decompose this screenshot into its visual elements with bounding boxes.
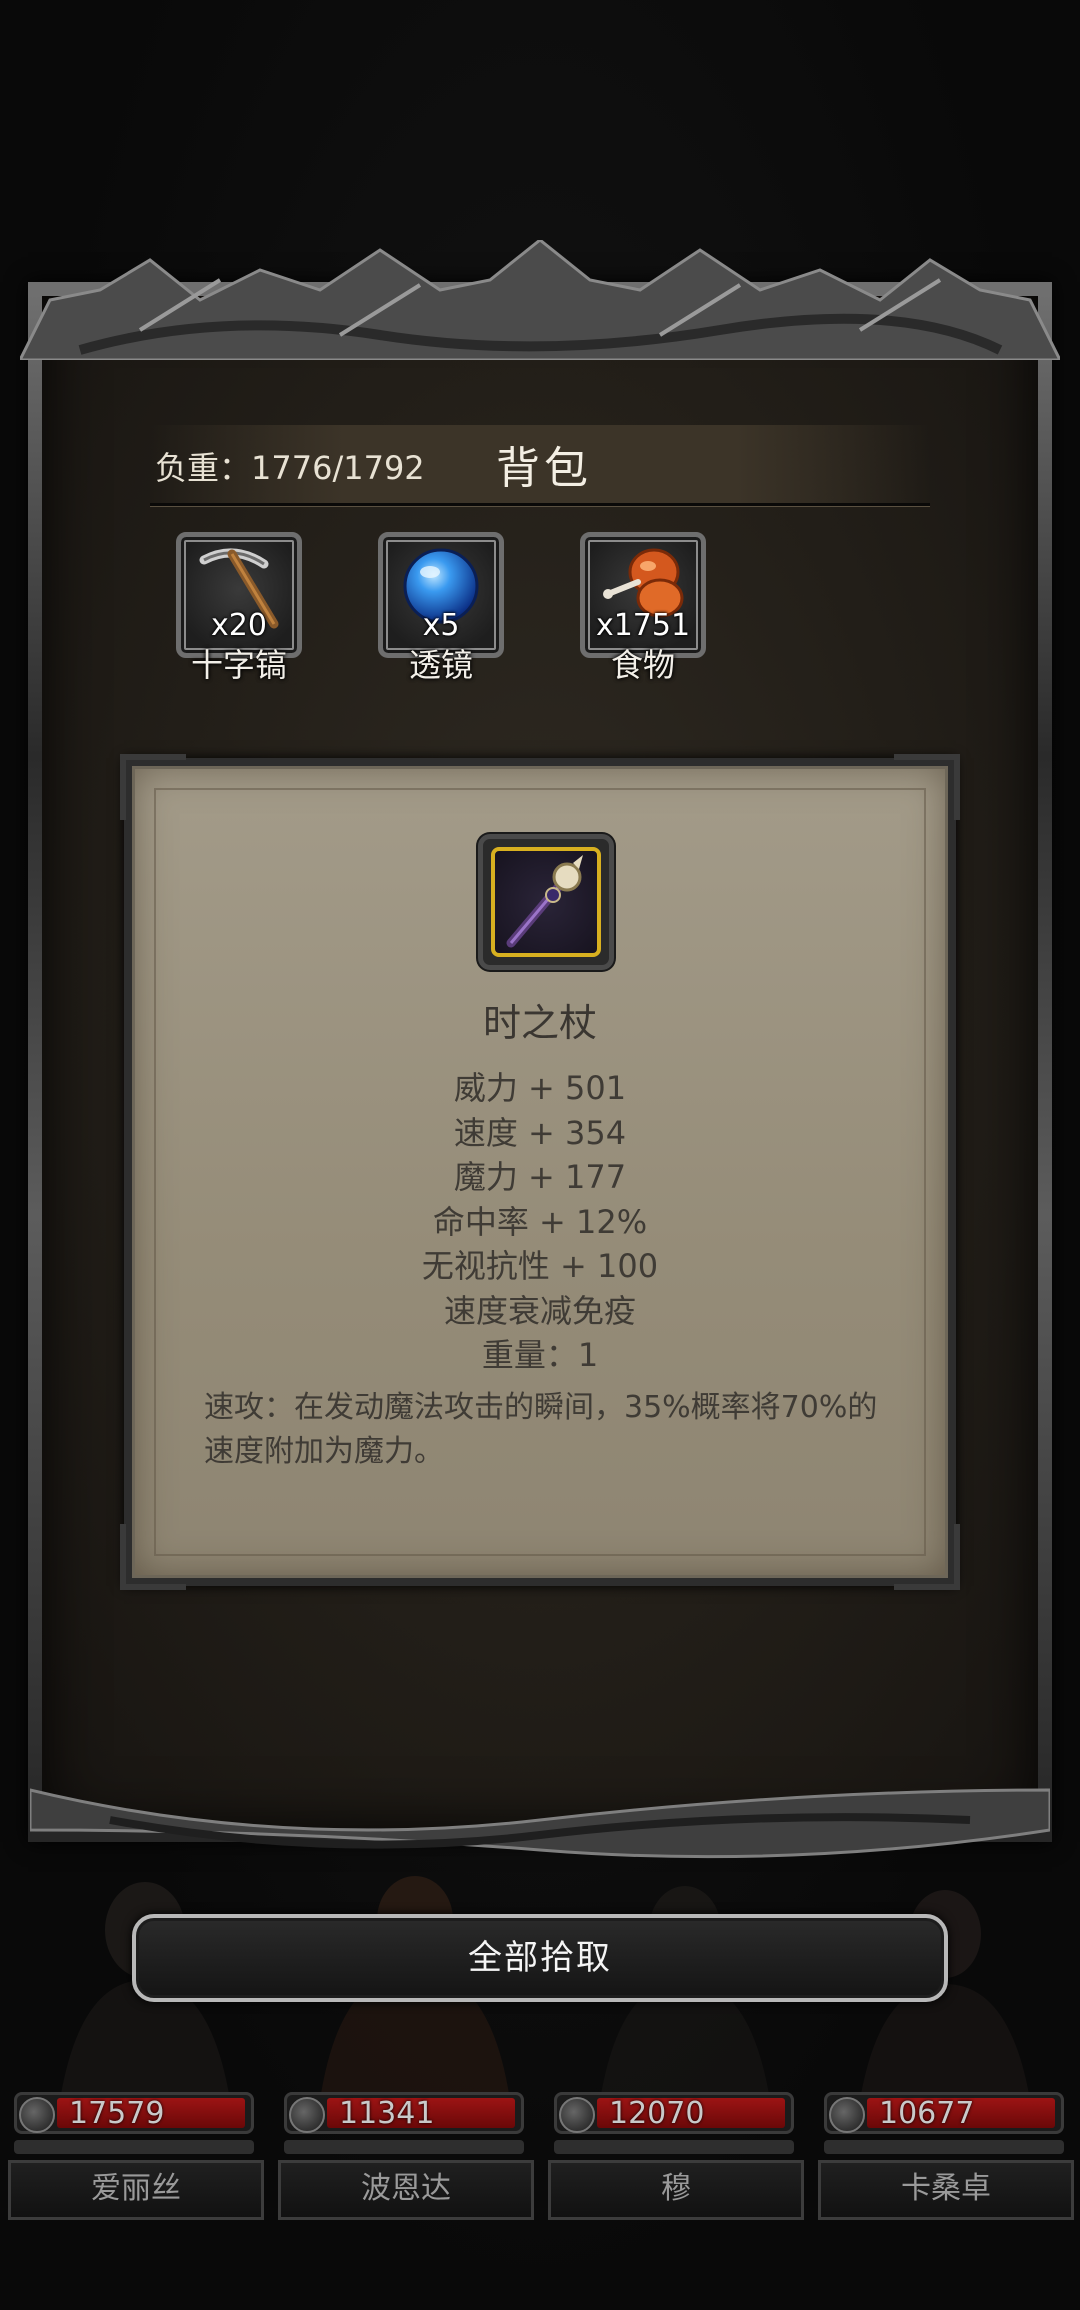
hero-mp-bar	[554, 2140, 794, 2154]
slot-label: 食物	[610, 646, 675, 684]
item-icon-frame	[478, 834, 614, 970]
card-corner	[894, 1524, 960, 1590]
stat-magic: 魔力 + 177	[453, 1158, 627, 1196]
hero-hp-bar: 11341	[284, 2092, 524, 2134]
game-screen: 负重：1776/1792 背包 x20 十字镐 x5 透镜 x1751 食物 时…	[0, 0, 1080, 2310]
hero-name-mu[interactable]: 穆	[548, 2160, 804, 2220]
item-detail-card: 时之杖 威力 + 501 速度 + 354 魔力 + 177 命中率 + 12%…	[120, 754, 960, 1590]
stat-accuracy: 命中率 + 12%	[432, 1202, 648, 1241]
card-corner	[120, 1524, 186, 1590]
item-name: 时之杖	[482, 1001, 597, 1045]
slot-count: x20	[211, 608, 267, 643]
header-divider	[150, 503, 930, 506]
hero-hp-bar: 12070	[554, 2092, 794, 2134]
inventory-slot-food[interactable]: x1751 食物	[580, 532, 706, 684]
hp-orb-icon	[829, 2097, 865, 2133]
hp-orb-icon	[19, 2097, 55, 2133]
rarity-border	[491, 847, 601, 957]
hero-hp-bar: 17579	[14, 2092, 254, 2134]
page-title: 背包	[496, 443, 592, 494]
hp-value: 12070	[609, 2096, 705, 2131]
stat-speed-decay-immune: 速度衰减免疫	[443, 1291, 636, 1330]
stat-power: 威力 + 501	[453, 1069, 627, 1107]
carry-weight: 负重：1776/1792	[155, 449, 425, 487]
hp-value: 11341	[339, 2096, 435, 2131]
stat-speed: 速度 + 354	[453, 1113, 627, 1152]
hp-value: 10677	[879, 2096, 975, 2131]
hero-name-bonda[interactable]: 波恩达	[278, 2160, 534, 2220]
hp-value: 17579	[69, 2096, 165, 2131]
stat-weight: 重量：1	[481, 1336, 599, 1374]
inventory-slot-lens[interactable]: x5 透镜	[378, 532, 504, 684]
hero-hp-bar: 10677	[824, 2092, 1064, 2134]
hero-mp-bar	[284, 2140, 524, 2154]
item-stats: 威力 + 501 速度 + 354 魔力 + 177 命中率 + 12% 无视抗…	[132, 1066, 948, 1378]
hp-orb-icon	[289, 2097, 325, 2133]
slot-count: x5	[422, 608, 460, 643]
inventory-slot-pickaxe[interactable]: x20 十字镐	[176, 532, 302, 684]
card-corner	[120, 754, 186, 820]
hero-name-alice[interactable]: 爱丽丝	[8, 2160, 264, 2220]
slot-label: 十字镐	[190, 646, 287, 684]
item-description: 速攻：在发动魔法攻击的瞬间，35%概率将70%的速度附加为魔力。	[204, 1390, 878, 1469]
hp-orb-icon	[559, 2097, 595, 2133]
staff-icon	[506, 855, 583, 948]
hero-mp-bar	[824, 2140, 1064, 2154]
slot-label: 透镜	[408, 646, 473, 684]
card-corner	[894, 754, 960, 820]
hero-name-cassandra[interactable]: 卡桑卓	[818, 2160, 1074, 2220]
slot-count: x1751	[595, 608, 691, 643]
hero-mp-bar	[14, 2140, 254, 2154]
stat-ignore-resist: 无视抗性 + 100	[421, 1247, 659, 1285]
pickup-all-button[interactable]: 全部拾取	[132, 1914, 948, 2002]
